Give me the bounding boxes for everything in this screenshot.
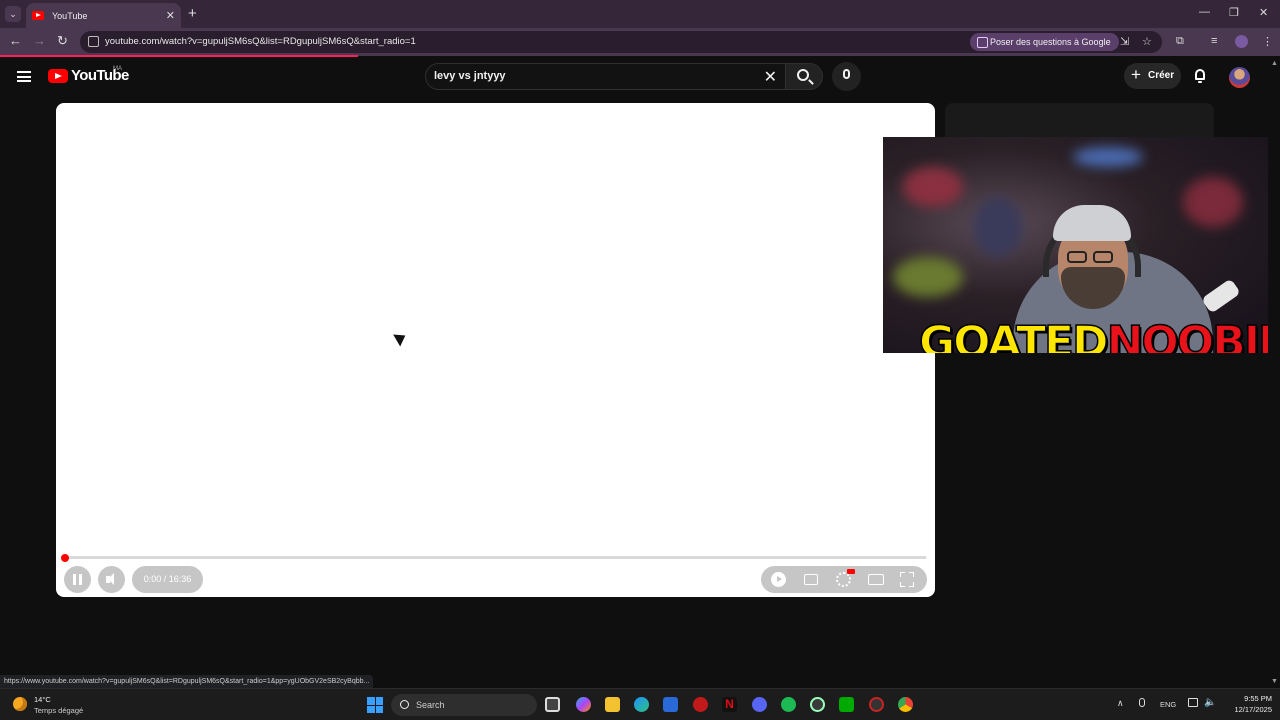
volume-tray-icon[interactable]: 🔈 xyxy=(1204,697,1216,708)
search-icon xyxy=(797,69,809,81)
status-link-url: https://www.youtube.com/watch?v=gupuljSM… xyxy=(0,675,374,688)
app-circle-icon[interactable] xyxy=(810,697,825,712)
tab-list-icon[interactable]: ⌄ xyxy=(5,6,21,22)
pause-button[interactable] xyxy=(64,566,91,593)
tab-title: YouTube xyxy=(52,10,88,21)
youtube-masthead: YouTube MA levy vs jntyyy ✕ + Créer xyxy=(0,57,1270,97)
url-text[interactable]: youtube.com/watch?v=gupuljSM6sQ&list=RDg… xyxy=(105,36,416,47)
youtube-favicon xyxy=(32,11,44,20)
progress-scrubber[interactable] xyxy=(61,554,69,562)
window-close-icon[interactable]: ✕ xyxy=(1259,6,1268,19)
clear-search-icon[interactable]: ✕ xyxy=(764,67,777,87)
progress-bar[interactable] xyxy=(64,556,926,559)
back-icon[interactable]: ← xyxy=(9,33,22,48)
microphone-tray-icon[interactable] xyxy=(1139,698,1145,707)
discord-icon[interactable] xyxy=(752,697,767,712)
star-icon[interactable]: ☆ xyxy=(1142,35,1152,48)
taskbar-search-label: Search xyxy=(416,700,445,710)
search-query-text[interactable]: levy vs jntyyy xyxy=(434,70,506,82)
forward-icon[interactable]: → xyxy=(33,33,46,48)
search-input[interactable]: levy vs jntyyy ✕ xyxy=(425,63,786,90)
spotify-icon[interactable] xyxy=(781,697,796,712)
weather-temperature[interactable]: 14°C xyxy=(34,695,51,704)
hd-badge xyxy=(847,569,855,574)
streamer-webcam-overlay: GOATEDNOOBIE xyxy=(883,137,1268,353)
subtitles-icon[interactable] xyxy=(804,574,818,585)
minimize-icon[interactable]: — xyxy=(1199,6,1210,18)
chrome-icon[interactable] xyxy=(898,697,913,712)
notifications-bell-icon[interactable] xyxy=(1193,69,1207,83)
profile-icon[interactable] xyxy=(1235,35,1248,48)
restore-icon[interactable]: ❐ xyxy=(1229,6,1239,19)
tab-close-icon[interactable]: ✕ xyxy=(166,9,175,22)
network-icon[interactable] xyxy=(1188,698,1198,707)
weather-description[interactable]: Temps dégagé xyxy=(34,706,83,715)
youtube-logo-icon[interactable] xyxy=(48,69,68,83)
install-icon[interactable]: ⇲ xyxy=(1120,35,1129,48)
tab-youtube[interactable]: YouTube ✕ xyxy=(26,3,181,28)
browser-tab-strip: ⌄ YouTube ✕ + — ❐ ✕ xyxy=(0,0,1280,28)
copilot-icon[interactable] xyxy=(576,697,591,712)
voice-search-button[interactable] xyxy=(832,62,861,91)
store-icon[interactable] xyxy=(663,697,678,712)
microphone-icon xyxy=(843,69,850,79)
windows-taskbar: 14°C Temps dégagé Search N ∧ ENG 🔈 9:55 … xyxy=(0,688,1280,720)
create-label: Créer xyxy=(1148,70,1175,81)
tray-overflow-icon[interactable]: ∧ xyxy=(1117,698,1124,709)
theater-mode-icon[interactable] xyxy=(868,574,884,585)
file-explorer-icon[interactable] xyxy=(605,697,620,712)
extensions-icon[interactable]: ⧉ xyxy=(1176,35,1184,48)
edge-icon[interactable] xyxy=(634,697,649,712)
media-icon[interactable]: ≡ xyxy=(1211,35,1217,47)
clock-date[interactable]: 12/17/2025 xyxy=(1222,705,1272,714)
video-player[interactable]: 0:00 / 16:36 xyxy=(56,103,935,597)
app-green-icon[interactable] xyxy=(839,697,854,712)
account-avatar[interactable] xyxy=(1229,67,1250,88)
app-red-icon[interactable] xyxy=(693,697,708,712)
address-bar[interactable]: youtube.com/watch?v=gupuljSM6sQ&list=RDg… xyxy=(80,31,1162,53)
browser-toolbar: ← → ↻ youtube.com/watch?v=gupuljSM6sQ&li… xyxy=(0,28,1280,56)
taskbar-search[interactable]: Search xyxy=(391,694,537,716)
ask-google-button[interactable]: Poser des questions à Google xyxy=(970,33,1119,51)
volume-button[interactable] xyxy=(98,566,125,593)
scroll-up-arrow[interactable]: ▲ xyxy=(1271,60,1278,67)
clock-time[interactable]: 9:55 PM xyxy=(1228,694,1272,703)
netflix-icon[interactable]: N xyxy=(722,697,737,712)
reload-icon[interactable]: ↻ xyxy=(57,33,68,49)
plus-icon: + xyxy=(1131,65,1141,84)
weather-moon-icon[interactable] xyxy=(13,697,27,711)
site-info-icon[interactable] xyxy=(88,36,99,47)
language-indicator[interactable]: ENG xyxy=(1160,700,1176,709)
settings-icon[interactable] xyxy=(836,572,851,587)
windows-start-icon[interactable] xyxy=(367,697,383,713)
autoplay-toggle-icon[interactable] xyxy=(771,572,786,587)
fullscreen-icon[interactable] xyxy=(900,572,914,587)
streamer-name-logo: GOATEDNOOBIE xyxy=(918,316,1268,353)
search-button[interactable] xyxy=(785,63,823,90)
new-tab-plus-icon[interactable]: + xyxy=(188,5,197,22)
pause-icon xyxy=(73,574,76,585)
search-icon xyxy=(400,700,409,709)
glasses xyxy=(1067,251,1087,263)
task-view-icon[interactable] xyxy=(545,697,560,712)
microphone xyxy=(1201,278,1241,314)
person-cap xyxy=(1053,205,1131,241)
player-right-controls xyxy=(761,566,927,593)
app-red-dot-icon[interactable] xyxy=(869,697,884,712)
hamburger-menu-icon[interactable] xyxy=(17,71,31,82)
time-display: 0:00 / 16:36 xyxy=(132,566,203,593)
scroll-down-arrow[interactable]: ▼ xyxy=(1271,678,1278,685)
create-button[interactable]: + Créer xyxy=(1124,63,1181,89)
menu-icon[interactable]: ⋮ xyxy=(1262,35,1273,48)
region-code: MA xyxy=(113,66,122,72)
volume-icon xyxy=(106,573,114,585)
